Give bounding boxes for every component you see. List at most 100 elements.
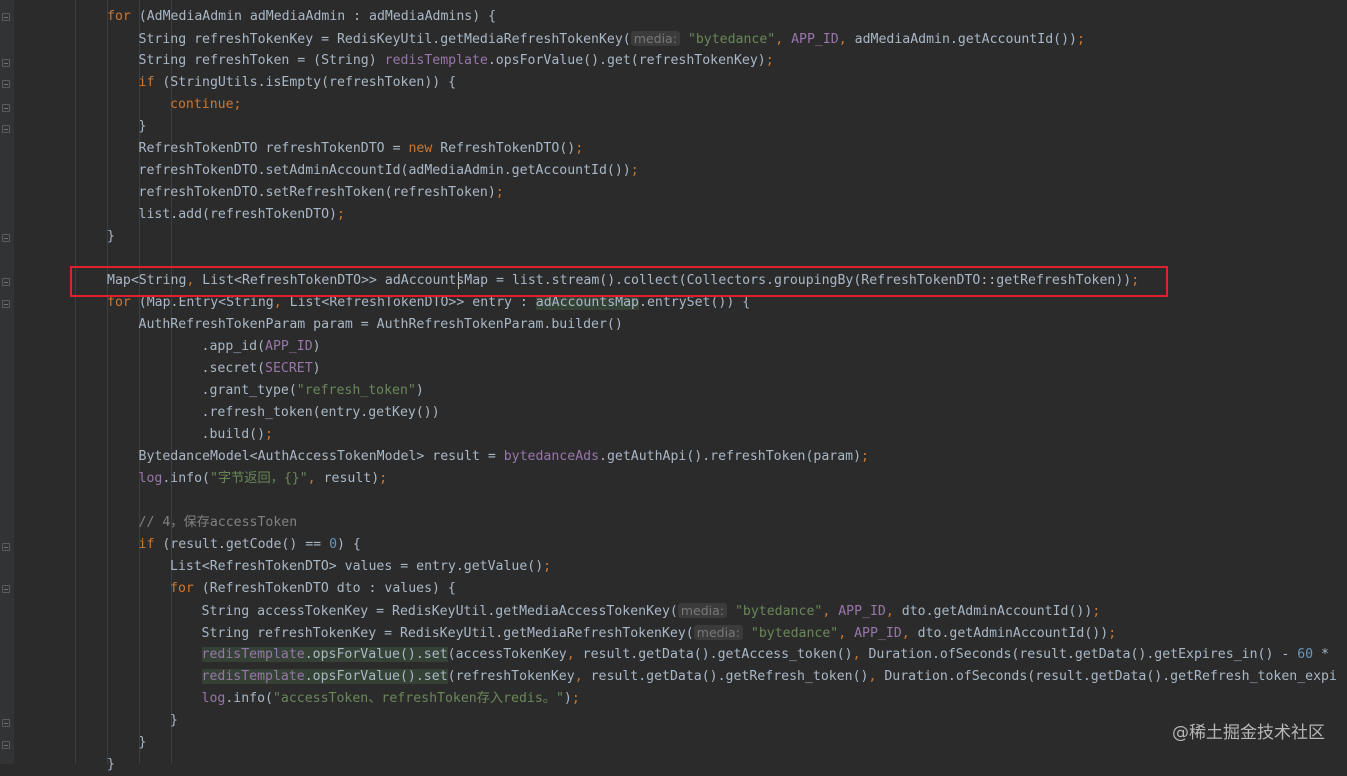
code-line[interactable]: for (AdMediaAdmin adMediaAdmin : adMedia… [107, 6, 496, 28]
code-token: (accessTokenKey [447, 647, 567, 662]
code-token: result) [323, 471, 380, 486]
code-token: ) { [337, 537, 361, 552]
fold-marker-icon[interactable] [2, 80, 10, 88]
fold-marker-icon[interactable] [2, 104, 10, 112]
fold-marker-icon[interactable] [2, 543, 10, 551]
code-line[interactable]: List<RefreshTokenDTO> values = entry.get… [170, 556, 551, 578]
code-token: , [838, 626, 855, 641]
code-token: redisTemplate [201, 647, 305, 662]
code-line[interactable]: String refreshToken = (String) redisTemp… [139, 50, 774, 72]
code-editor[interactable]: for (AdMediaAdmin adMediaAdmin : adMedia… [44, 6, 1347, 772]
code-token: "字节返回，{}" [209, 471, 308, 486]
code-token: bytedanceAds [503, 449, 600, 464]
code-line[interactable]: RefreshTokenDTO refreshTokenDTO = new Re… [139, 138, 584, 160]
code-line[interactable]: BytedanceModel<AuthAccessTokenModel> res… [139, 446, 869, 468]
code-line[interactable]: redisTemplate.opsForValue().set(refreshT… [201, 666, 1337, 688]
code-line[interactable]: .refresh_token(entry.getKey()) [202, 402, 440, 424]
parameter-hint: media: [677, 603, 728, 618]
code-line[interactable]: for (RefreshTokenDTO dto : values) { [170, 578, 456, 600]
code-token: ; [1108, 626, 1117, 641]
fold-marker-icon[interactable] [2, 234, 10, 242]
code-token: 0 [329, 537, 338, 552]
code-token: (result.getCode() == [154, 537, 330, 552]
code-token: for [107, 9, 131, 24]
code-line[interactable]: String accessTokenKey = RedisKeyUtil.get… [202, 600, 1100, 622]
code-line[interactable]: redisTemplate.opsForValue().set(accessTo… [201, 644, 1329, 666]
fold-marker-icon[interactable] [2, 278, 10, 286]
fold-marker-icon[interactable] [2, 125, 10, 133]
code-token: RefreshTokenDTO() [432, 141, 576, 156]
code-line[interactable]: refreshTokenDTO.setAdminAccountId(adMedi… [139, 160, 639, 182]
code-token: , [566, 647, 583, 662]
fold-marker-icon[interactable] [2, 719, 10, 727]
code-token: BytedanceModel<AuthAccessTokenModel> res… [138, 449, 504, 464]
code-line[interactable]: } [170, 710, 178, 732]
code-line[interactable]: refreshTokenDTO.setRefreshToken(refreshT… [139, 182, 504, 204]
code-token: ; [379, 471, 388, 486]
fold-marker-icon[interactable] [2, 585, 10, 593]
code-token: , [273, 295, 290, 310]
code-line[interactable]: AuthRefreshTokenParam param = AuthRefres… [139, 314, 623, 336]
code-token: APP_ID [838, 604, 886, 619]
parameter-hint: media: [630, 31, 680, 46]
code-token: (AdMediaAdmin adMediaAdmin : adMediaAdmi… [130, 9, 497, 24]
text-caret [458, 272, 459, 289]
code-token: .app_id( [201, 339, 266, 354]
code-token: .grant_type( [201, 383, 297, 398]
code-line[interactable]: list.add(refreshTokenDTO); [139, 204, 345, 226]
code-token: ) [563, 691, 572, 706]
code-line[interactable]: String refreshTokenKey = RedisKeyUtil.ge… [201, 622, 1117, 644]
code-token: , [868, 669, 885, 684]
code-line[interactable]: String refreshTokenKey = RedisKeyUtil.ge… [139, 28, 1085, 50]
code-token: "bytedance" [734, 604, 823, 619]
code-token: ; [861, 449, 869, 464]
code-token: } [138, 735, 147, 750]
fold-marker-icon[interactable] [2, 300, 10, 308]
code-token: (Map.Entry<String [130, 295, 274, 310]
code-token: ) [415, 383, 424, 398]
code-token: for [107, 295, 131, 310]
code-token: log [201, 691, 226, 706]
code-token: log [138, 471, 163, 486]
code-line[interactable]: if (result.getCode() == 0) { [139, 534, 361, 556]
code-line[interactable]: // 4，保存accessToken [139, 512, 298, 534]
code-token: .refresh_token(entry.getKey()) [201, 405, 440, 420]
code-line[interactable]: .grant_type("refresh_token") [202, 380, 424, 402]
code-token: .getAuthApi().refreshToken(param) [599, 449, 862, 464]
code-token: (refreshTokenKey [447, 669, 575, 684]
code-token: String refreshTokenKey = RedisKeyUtil.ge… [138, 32, 631, 47]
code-token: if [138, 537, 155, 552]
code-token: SECRET [265, 361, 313, 376]
code-line[interactable]: log.info("accessToken、refreshToken存入redi… [202, 688, 580, 710]
code-line[interactable]: } [139, 116, 147, 138]
code-line[interactable]: } [107, 226, 115, 248]
code-line[interactable]: log.info("字节返回，{}", result); [139, 468, 388, 490]
code-token: } [107, 229, 115, 244]
code-token: List<RefreshTokenDTO> values = entry.get… [170, 559, 544, 574]
code-line[interactable]: } [107, 754, 115, 776]
code-line[interactable]: .build(); [202, 424, 273, 446]
code-line[interactable]: if (StringUtils.isEmpty(refreshToken)) { [139, 72, 457, 94]
code-token: ; [571, 691, 580, 706]
code-token: , [852, 647, 869, 662]
code-token: , [574, 669, 591, 684]
fold-marker-icon[interactable] [2, 741, 10, 749]
fold-marker-icon[interactable] [2, 13, 10, 21]
code-token: ; [1076, 32, 1085, 47]
code-token: (StringUtils.isEmpty(refreshToken)) { [154, 75, 457, 90]
code-line[interactable]: } [139, 732, 147, 754]
code-line[interactable]: continue; [170, 94, 241, 116]
code-token: "bytedance" [687, 32, 776, 47]
code-token: ; [543, 559, 552, 574]
code-line[interactable]: .app_id(APP_ID) [202, 336, 321, 358]
code-line[interactable]: .secret(SECRET) [202, 358, 321, 380]
fold-marker-icon[interactable] [2, 59, 10, 67]
code-token: } [138, 119, 147, 134]
code-token: String refreshTokenKey = RedisKeyUtil.ge… [201, 626, 694, 641]
code-token: ) [312, 339, 321, 354]
code-token: dto.getAdminAccountId()) [901, 604, 1093, 619]
editor-gutter [0, 0, 14, 764]
code-token: ) [312, 361, 321, 376]
